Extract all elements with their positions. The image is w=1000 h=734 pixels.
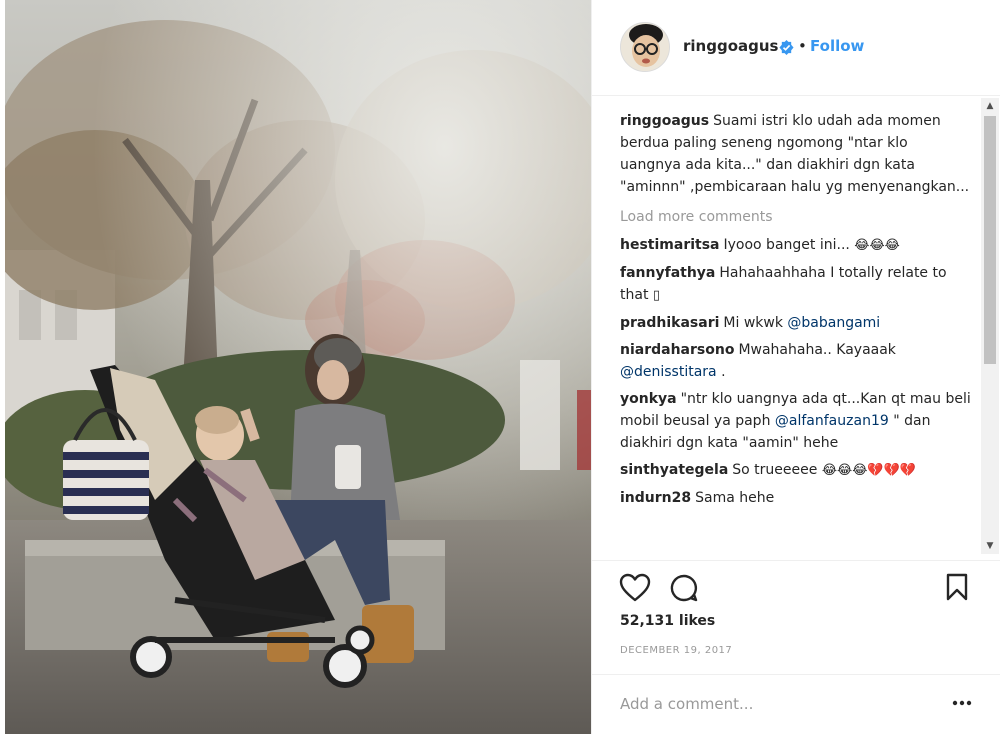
comment-mention-link[interactable]: @babangami <box>787 315 880 331</box>
follow-button[interactable]: Follow <box>810 37 864 55</box>
comment-username[interactable]: fannyfathya <box>620 265 715 281</box>
post-actions: 52,131 likes DECEMBER 19, 2017 <box>592 560 1000 680</box>
comment-item: indurn28 Sama hehe <box>620 487 972 509</box>
comment-username[interactable]: yonkya <box>620 391 677 407</box>
comment-text: Sama hehe <box>695 490 775 506</box>
header-username[interactable]: ringgoagus <box>683 37 778 55</box>
emoji-laughing-heartbreak-icon: 😂😂😂💔💔💔 <box>821 463 916 478</box>
comment-item: sinthyategela So trueeeee 😂😂😂💔💔💔 <box>620 459 972 482</box>
comment-username[interactable]: sinthyategela <box>620 462 728 478</box>
heart-icon[interactable] <box>619 573 651 603</box>
comment-text: Mwahahaha.. Kayaaak <box>738 342 896 358</box>
add-comment-bar <box>592 674 1000 734</box>
likes-count[interactable]: 52,131 likes <box>620 613 715 629</box>
comments-scrollbar[interactable]: ▲ ▼ <box>981 98 999 554</box>
comments-list[interactable]: ringgoagus Suami istri klo udah ada momen… <box>620 110 972 560</box>
add-comment-input[interactable] <box>620 693 920 715</box>
emoji-laughing-icon: 😂😂😂 <box>854 238 900 253</box>
post-photo-illustration <box>5 0 591 734</box>
more-options-icon[interactable] <box>952 699 972 707</box>
caption-username[interactable]: ringgoagus <box>620 113 709 129</box>
comment-username[interactable]: pradhikasari <box>620 315 719 331</box>
scroll-up-arrow-icon[interactable]: ▲ <box>981 98 999 114</box>
comment-mention-link[interactable]: @denisstitara <box>620 364 717 380</box>
post-details-panel: ringgoagus • Follow ringgoagus Suami istr… <box>591 0 1000 734</box>
comment-item: niardaharsono Mwahahaha.. Kayaaak @deniss… <box>620 339 972 383</box>
comment-username[interactable]: hestimaritsa <box>620 237 720 253</box>
scroll-down-arrow-icon[interactable]: ▼ <box>981 538 999 554</box>
load-more-comments-button[interactable]: Load more comments <box>620 206 972 228</box>
post-photo[interactable] <box>5 0 591 734</box>
avatar-image <box>621 23 669 71</box>
avatar[interactable] <box>620 22 670 72</box>
missing-glyph-icon: ▯ <box>652 288 661 303</box>
comment-icon[interactable] <box>669 573 699 603</box>
comment-item: pradhikasari Mi wkwk @babangami <box>620 312 972 334</box>
comment-item: yonkya "ntr klo uangnya ada qt...Kan qt m… <box>620 388 972 454</box>
bookmark-icon[interactable] <box>945 573 969 601</box>
comment-username[interactable]: niardaharsono <box>620 342 734 358</box>
scrollbar-thumb[interactable] <box>984 116 996 364</box>
comment-text: Iyooo banget ini... <box>723 237 855 253</box>
comment-mention-link[interactable]: @alfanfauzan19 <box>775 413 889 429</box>
comment-text: So trueeeee <box>732 462 822 478</box>
post-date: DECEMBER 19, 2017 <box>620 645 733 656</box>
verified-badge-icon <box>779 40 794 55</box>
comment-item: fannyfathya Hahahaahhaha I totally relate… <box>620 262 972 307</box>
post-caption: ringgoagus Suami istri klo udah ada momen… <box>620 110 972 198</box>
comment-item: hestimaritsa Iyooo banget ini... 😂😂😂 <box>620 234 972 257</box>
comment-text-suffix: . <box>716 364 726 380</box>
post-header: ringgoagus • Follow <box>592 0 1000 96</box>
header-separator: • <box>798 37 807 55</box>
comment-text: Mi wkwk <box>723 315 788 331</box>
comment-username[interactable]: indurn28 <box>620 490 691 506</box>
